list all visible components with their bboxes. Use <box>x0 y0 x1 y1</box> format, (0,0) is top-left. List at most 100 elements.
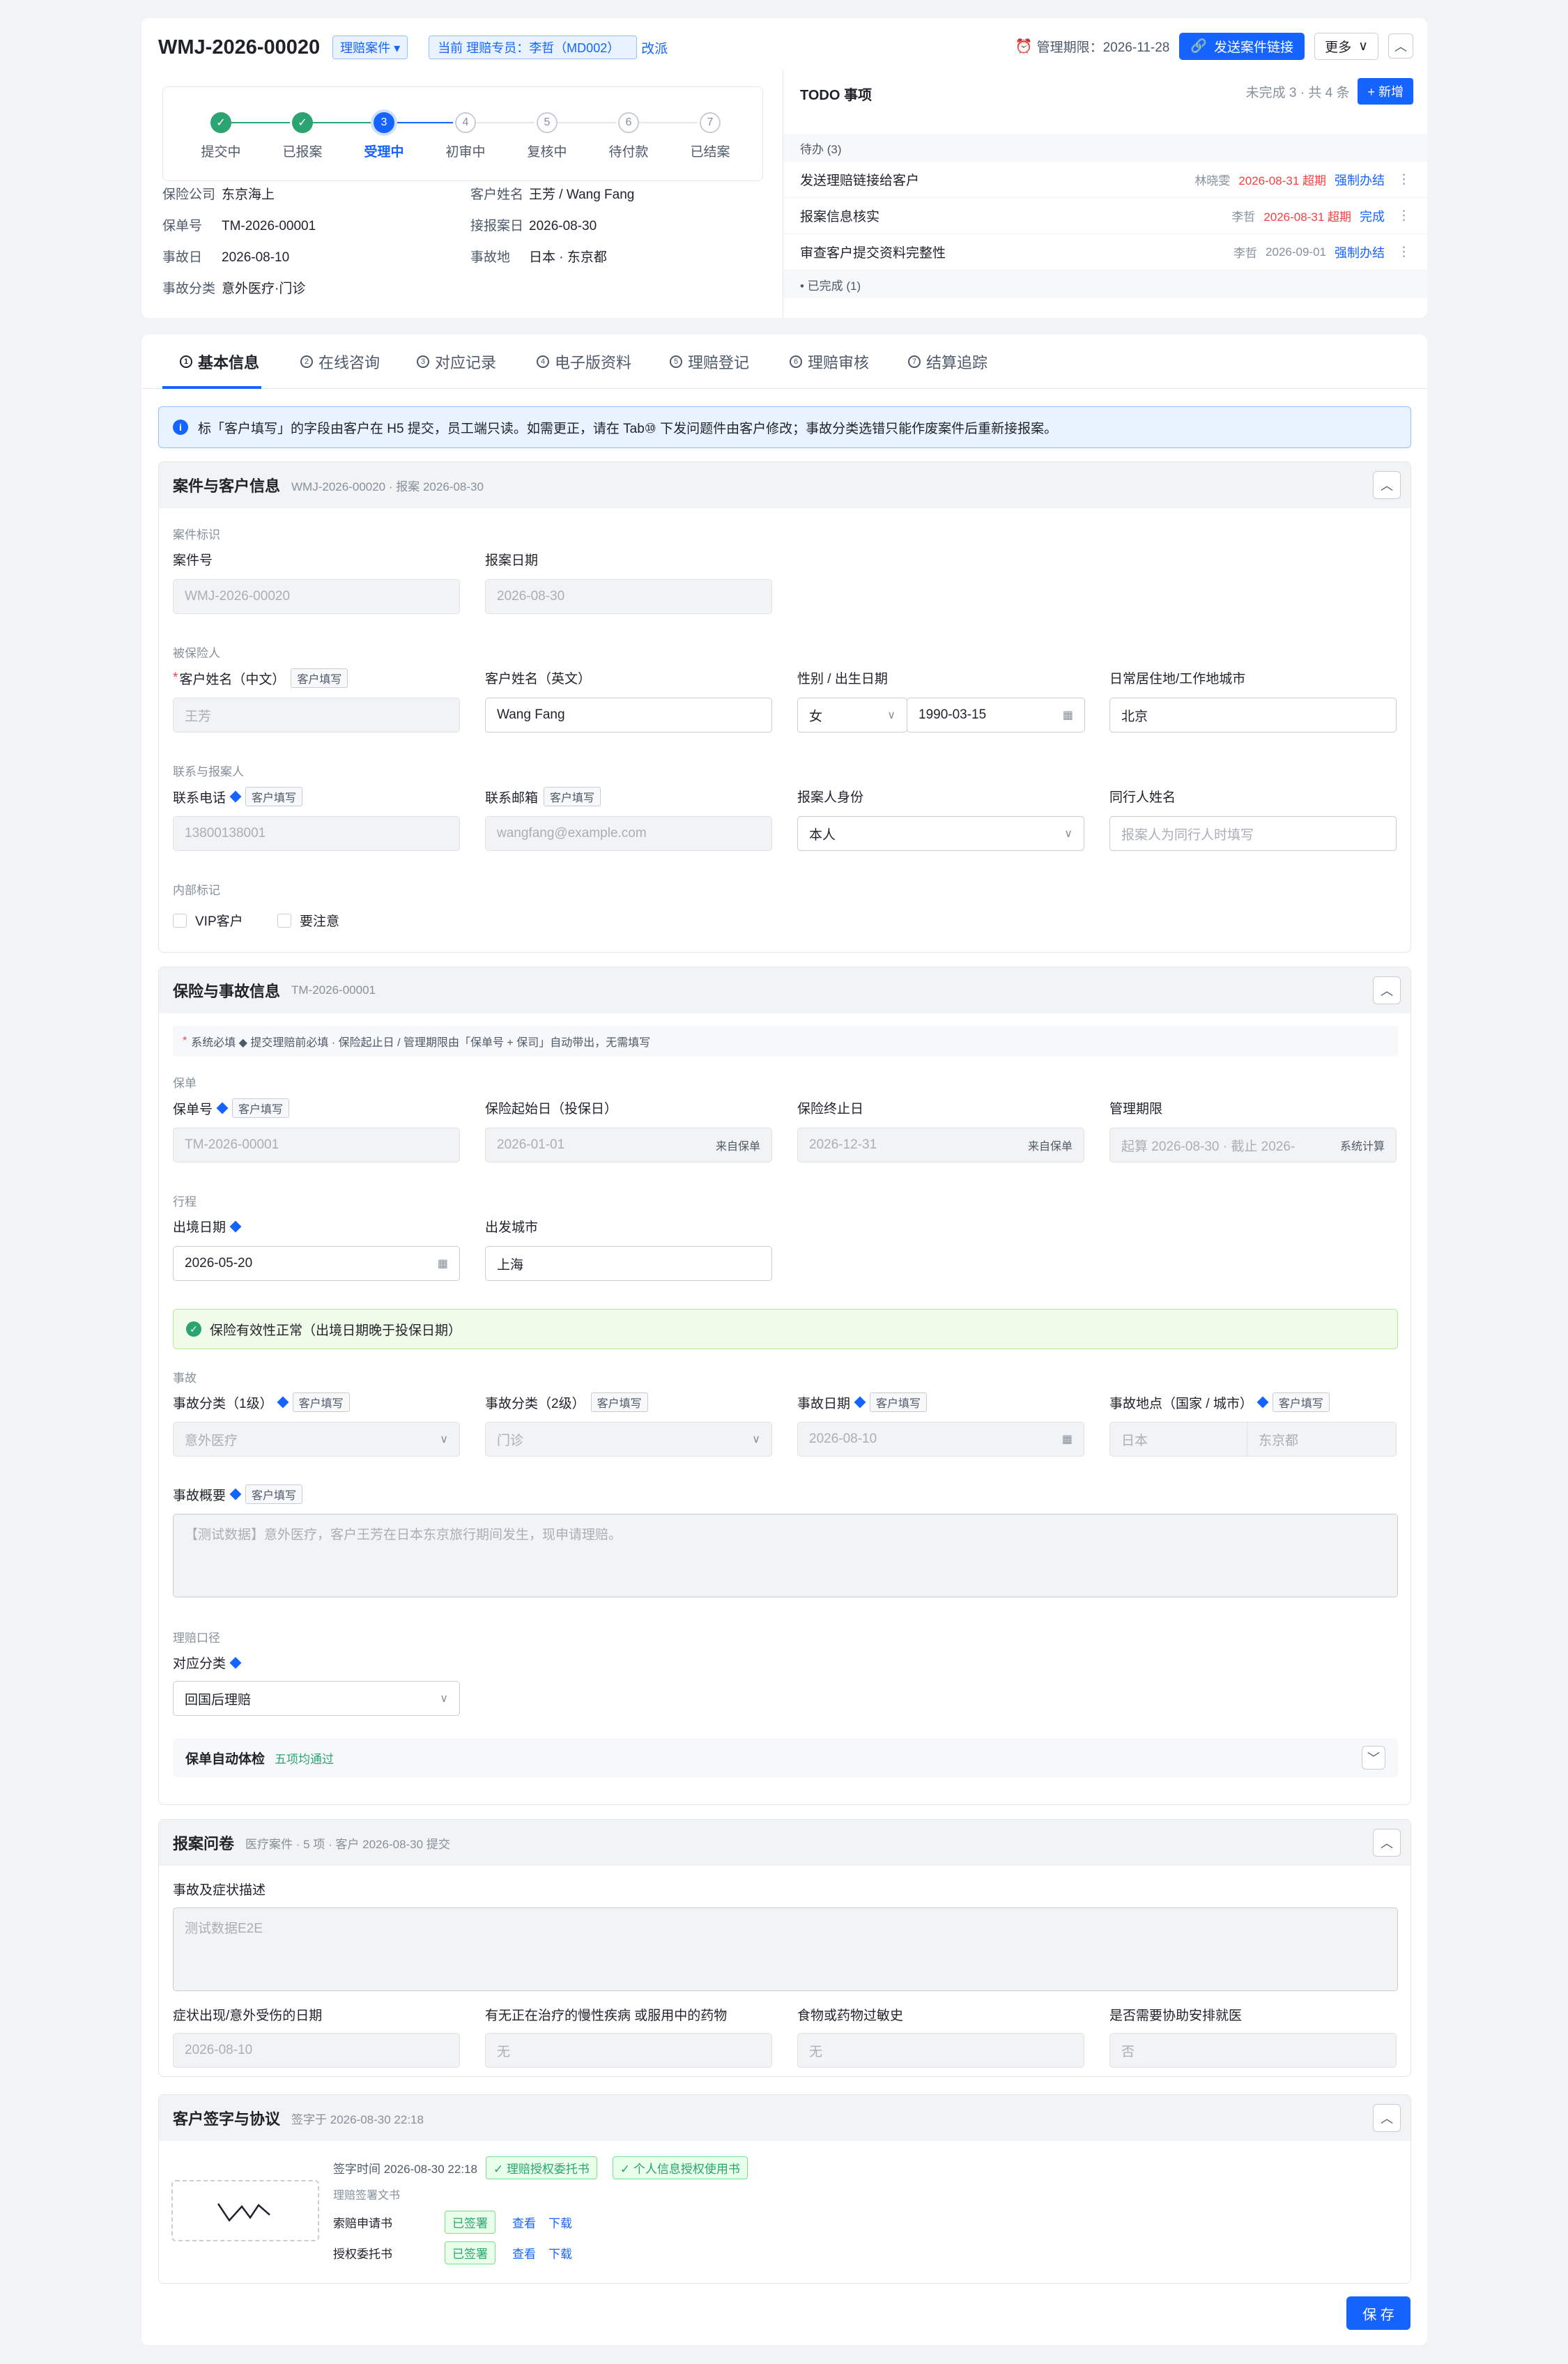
cat2-label: 事故分类（2级） 客户填写 <box>485 1392 648 1412</box>
step-label: 已报案 <box>282 145 323 160</box>
tab-2[interactable]: 2 在线咨询 <box>300 335 380 389</box>
field-label: 食物或药物过敏史 <box>797 2009 904 2023</box>
tab-number-icon: 1 <box>180 355 192 368</box>
expand-check-button[interactable]: ﹀ <box>1362 1746 1385 1770</box>
download-link[interactable]: 下载 <box>548 2244 572 2262</box>
collapse-header-button[interactable]: ︿ <box>1388 33 1413 59</box>
city-input[interactable]: 北京 <box>1109 698 1397 732</box>
depart-date-picker[interactable]: 2026-05-20 ▦ <box>173 1246 460 1281</box>
info-value: 2026-08-30 <box>529 219 597 233</box>
field-label: 报案人身份 <box>797 790 864 805</box>
companion-input[interactable]: 报案人为同行人时填写 <box>1109 816 1397 851</box>
group-label: 联系与报案人 <box>173 765 244 778</box>
name-en-input[interactable]: Wang Fang <box>485 698 772 732</box>
case-info-item: 客户姓名 王芳 / Wang Fang <box>470 184 634 203</box>
cat2-value: 门诊 <box>497 1433 524 1448</box>
chevron-down-icon: ∨ <box>752 1434 760 1445</box>
collapse-section-button[interactable]: ︿ <box>1373 471 1401 499</box>
todo-done-group[interactable]: • 已完成 (1) <box>783 270 1427 298</box>
todo-item[interactable]: 报案信息核实 李哲 2026-08-31 超期 完成 ⋮ <box>783 198 1427 234</box>
todo-pending-group: 待办 (3) <box>783 134 1427 162</box>
todo-item-title: 审查客户提交资料完整性 <box>800 246 946 261</box>
auto-check-panel[interactable]: 保单自动体检 五项均通过 ﹀ <box>173 1738 1398 1777</box>
q2-field: 无 <box>485 2033 772 2068</box>
legend-text: 系统必填 ◆ 提交理赔前必填 · 保险起止日 / 管理期限由「保单号 + 保司」… <box>191 1037 651 1049</box>
tab-label: 理赔审核 <box>808 354 870 371</box>
cat1-label: 事故分类（1级） 客户填写 <box>173 1392 350 1412</box>
diamond-icon <box>229 1488 242 1500</box>
field-label: 案件号 <box>173 553 213 568</box>
email-label: 联系邮箱 客户填写 <box>485 787 601 806</box>
tab-label: 结算追踪 <box>926 354 988 371</box>
todo-action-link[interactable]: 强制办结 <box>1335 243 1385 261</box>
attention-checkbox[interactable]: 要注意 <box>277 911 339 930</box>
send-link-button[interactable]: 🔗 发送案件链接 <box>1179 32 1305 60</box>
info-key: 接报案日 <box>470 219 524 233</box>
reassign-link[interactable]: 改派 <box>641 38 668 57</box>
depart-value: 2026-05-20 <box>185 1256 253 1271</box>
todo-date: 2026-09-01 <box>1266 245 1326 259</box>
group-label: 行程 <box>173 1195 197 1208</box>
case-info-item: 事故日 2026-08-10 <box>162 247 289 266</box>
step-dot: 3 <box>374 112 394 133</box>
place-label: 事故地点（国家 / 城市） 客户填写 <box>1109 1392 1330 1412</box>
signature-image[interactable] <box>171 2180 319 2241</box>
tab-1[interactable]: 1 基本信息 <box>180 335 259 389</box>
place-city-field: 东京都 <box>1247 1422 1397 1457</box>
tab-4[interactable]: 4 电子版资料 <box>537 335 631 389</box>
reporter-select[interactable]: 本人 ∨ <box>797 816 1084 851</box>
more-vertical-icon[interactable]: ⋮ <box>1397 171 1411 187</box>
vip-checkbox[interactable]: VIP客户 <box>173 911 243 930</box>
tab-5[interactable]: 5 理赔登记 <box>670 335 749 389</box>
todo-action-link[interactable]: 强制办结 <box>1335 171 1385 189</box>
signature-stroke <box>217 2203 270 2223</box>
chevron-down-icon: ∨ <box>887 709 896 721</box>
diamond-icon <box>229 1657 242 1668</box>
step-label: 提交中 <box>201 145 241 160</box>
summary-textarea: 【测试数据】意外医疗，客户王芳在日本东京旅行期间发生，现申请理赔。 <box>173 1514 1398 1597</box>
sign-time: 签字时间 2026-08-30 22:18 <box>333 2162 477 2176</box>
section-subtitle: TM-2026-00001 <box>291 983 376 997</box>
collapse-section-button[interactable]: ︿ <box>1373 2104 1401 2132</box>
info-value: 东京海上 <box>222 187 275 202</box>
more-vertical-icon[interactable]: ⋮ <box>1397 208 1411 224</box>
collapse-section-button[interactable]: ︿ <box>1373 1829 1401 1857</box>
info-key: 事故地 <box>470 250 511 265</box>
check-circle-icon: ✓ <box>186 1321 201 1337</box>
section-questionnaire: 报案问卷 医疗案件 · 5 项 · 客户 2026-08-30 提交 ︿ 事故及症… <box>158 1819 1411 2077</box>
todo-item[interactable]: 发送理赔链接给客户 林晓雯 2026-08-31 超期 强制办结 ⋮ <box>783 162 1427 198</box>
calendar-icon: ▦ <box>437 1258 448 1270</box>
chevron-up-icon: ︿ <box>1381 2112 1393 2126</box>
name-cn-label: * 客户姓名（中文） 客户填写 <box>173 668 348 688</box>
more-vertical-icon[interactable]: ⋮ <box>1397 244 1411 260</box>
todo-add-button[interactable]: + 新增 <box>1358 78 1413 105</box>
diamond-icon <box>854 1396 866 1409</box>
tab-6[interactable]: 6 理赔审核 <box>790 335 869 389</box>
mapcat-select[interactable]: 回国后理赔 ∨ <box>173 1681 460 1716</box>
mapcat-value: 回国后理赔 <box>185 1692 252 1707</box>
tab-3[interactable]: 3 对应记录 <box>417 335 496 389</box>
todo-action-link[interactable]: 完成 <box>1360 207 1385 225</box>
view-link[interactable]: 查看 <box>512 2244 536 2262</box>
info-value: TM-2026-00001 <box>222 219 316 233</box>
label-text: 事故地点（国家 / 城市） <box>1109 1396 1253 1411</box>
diamond-icon <box>229 1220 242 1232</box>
download-link[interactable]: 下载 <box>548 2213 572 2231</box>
start-date-field: 2026-01-01 来自保单 <box>485 1128 772 1162</box>
label-text: 联系电话 <box>173 790 226 806</box>
gender-select[interactable]: 女 ∨ <box>797 698 907 732</box>
signed-tag: 已签署 <box>445 2210 495 2234</box>
more-button[interactable]: 更多 ∨ <box>1314 32 1378 60</box>
case-type-dropdown[interactable]: 理赔案件 ▾ <box>332 36 408 59</box>
depart-city-input[interactable]: 上海 <box>485 1246 772 1281</box>
view-link[interactable]: 查看 <box>512 2213 536 2231</box>
tab-label: 电子版资料 <box>555 354 632 371</box>
save-button[interactable]: 保 存 <box>1346 2296 1411 2330</box>
step-3: 3 受理中 <box>342 112 426 160</box>
tab-7[interactable]: 7 结算追踪 <box>908 335 987 389</box>
birth-date-picker[interactable]: 1990-03-15 ▦ <box>907 698 1085 732</box>
step-label: 初审中 <box>445 145 486 160</box>
mapcat-label: 对应分类 <box>173 1653 242 1672</box>
todo-item[interactable]: 审查客户提交资料完整性 李哲 2026-09-01 强制办结 ⋮ <box>783 234 1427 270</box>
collapse-section-button[interactable]: ︿ <box>1373 976 1401 1004</box>
